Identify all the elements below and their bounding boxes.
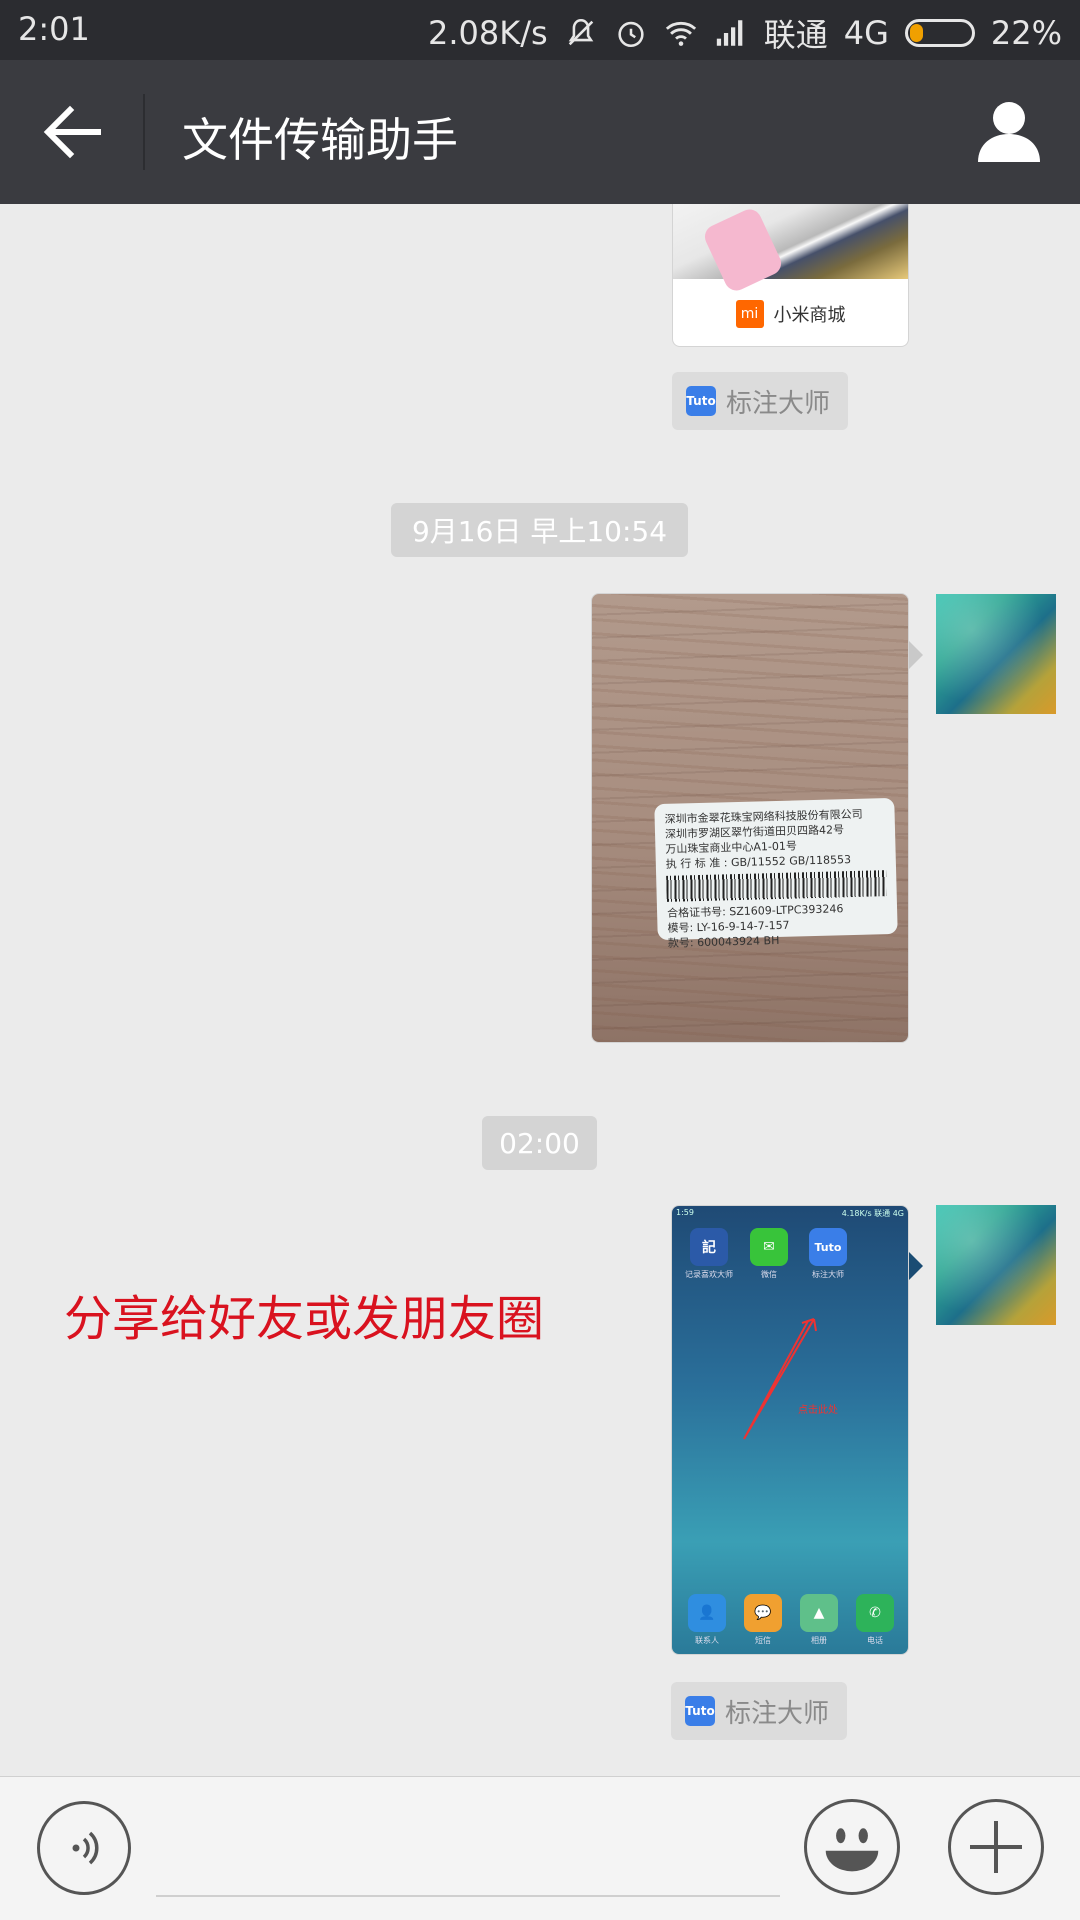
source-app-name: 标注大师 xyxy=(726,388,831,419)
tuto-app-icon: Tuto xyxy=(685,1696,715,1726)
messages-app-icon: 💬 xyxy=(744,1594,782,1632)
battery-percent: 22% xyxy=(990,14,1062,52)
bubble-tail xyxy=(909,1252,923,1280)
bubble-tail xyxy=(909,641,923,669)
timestamp-pill: 02:00 xyxy=(482,1116,597,1170)
carrier: 联通 xyxy=(763,16,828,54)
status-bar: 2:01 2.08K/s 联通 4G 22% xyxy=(0,0,1080,60)
status-right: 2.08K/s 联通 4G 22% xyxy=(428,10,1062,56)
user-avatar[interactable] xyxy=(936,1205,1056,1325)
app-label: 联系人 xyxy=(695,1636,719,1645)
tuto-app-icon: Tuto xyxy=(686,386,716,416)
back-arrow-icon[interactable] xyxy=(40,102,104,162)
shared-mi-store-card[interactable]: mi 小米商城 xyxy=(672,204,909,347)
annotation-text: 分享给好友或发朋友圈 xyxy=(64,1291,545,1347)
battery-icon xyxy=(904,19,975,47)
contact-profile-icon[interactable] xyxy=(976,98,1042,164)
source-app-tag[interactable]: Tuto 标注大师 xyxy=(671,1682,848,1740)
red-arrow-annotation xyxy=(743,1318,817,1440)
chat-area[interactable]: mi 小米商城 Tuto 标注大师 9月16日 早上10:54 深圳市金翠花珠宝… xyxy=(0,204,1080,1776)
phone-app-icon: ✆ xyxy=(856,1594,894,1632)
app-label: 相册 xyxy=(811,1636,827,1645)
signal-icon xyxy=(716,20,743,46)
network-type: 4G xyxy=(843,14,889,52)
app-label: 短信 xyxy=(755,1636,771,1645)
app-label: 标注大师 xyxy=(812,1270,844,1279)
app-label: 电话 xyxy=(867,1636,883,1645)
wifi-icon xyxy=(665,21,696,46)
product-tag-label: 深圳市金翠花珠宝网络科技股份有限公司 深圳市罗湖区翠竹街道田贝四路42号 万山珠… xyxy=(654,797,898,950)
chat-title: 文件传输助手 xyxy=(182,113,458,167)
message-input[interactable] xyxy=(156,1895,780,1897)
app-icon-jilu: 記 xyxy=(690,1228,728,1266)
screenshot-status-right: 4.18K/s 联通 4G xyxy=(841,1209,904,1218)
screenshot-annotation: 点击此处 xyxy=(798,1405,838,1416)
smiley-icon xyxy=(825,1828,879,1872)
alarm-icon xyxy=(618,21,644,48)
title-divider xyxy=(143,94,145,170)
status-time: 2:01 xyxy=(18,10,90,48)
source-app-name: 标注大师 xyxy=(725,1698,830,1729)
product-image xyxy=(673,204,908,295)
mi-store-name: 小米商城 xyxy=(773,304,846,326)
screenshot-time: 1:59 xyxy=(676,1208,694,1217)
screenshot-status-bar: 1:59 4.18K/s 联通 4G xyxy=(672,1206,908,1220)
net-speed: 2.08K/s xyxy=(428,14,548,52)
app-label: 记录喜欢大师 xyxy=(685,1270,733,1279)
gallery-app-icon: ▲ xyxy=(800,1594,838,1632)
battery-fill xyxy=(909,24,923,42)
user-avatar[interactable] xyxy=(936,594,1056,714)
input-bar xyxy=(0,1776,1080,1920)
title-bar: 文件传输助手 xyxy=(0,60,1080,204)
app-label: 微信 xyxy=(761,1270,777,1279)
screenshot-message[interactable]: 1:59 4.18K/s 联通 4G 記 记录喜欢大师 ✉ 微信 Tuto 标注… xyxy=(671,1205,909,1655)
barcode-image xyxy=(666,870,887,902)
mi-store-brand: mi 小米商城 xyxy=(673,279,908,346)
mute-icon xyxy=(568,18,594,46)
mi-logo-icon: mi xyxy=(735,299,764,328)
emoji-button[interactable] xyxy=(804,1799,900,1895)
voice-input-button[interactable] xyxy=(37,1801,131,1895)
plus-icon xyxy=(970,1821,1022,1873)
contacts-app-icon: 👤 xyxy=(688,1594,726,1632)
timestamp-pill: 9月16日 早上10:54 xyxy=(391,503,688,557)
photo-message-label[interactable]: 深圳市金翠花珠宝网络科技股份有限公司 深圳市罗湖区翠竹街道田贝四路42号 万山珠… xyxy=(591,593,909,1043)
wechat-app-icon: ✉ xyxy=(750,1228,788,1266)
tuto-app-icon: Tuto xyxy=(809,1228,847,1266)
voice-icon xyxy=(72,1831,99,1865)
more-options-button[interactable] xyxy=(948,1799,1044,1895)
source-app-tag[interactable]: Tuto 标注大师 xyxy=(672,372,849,430)
